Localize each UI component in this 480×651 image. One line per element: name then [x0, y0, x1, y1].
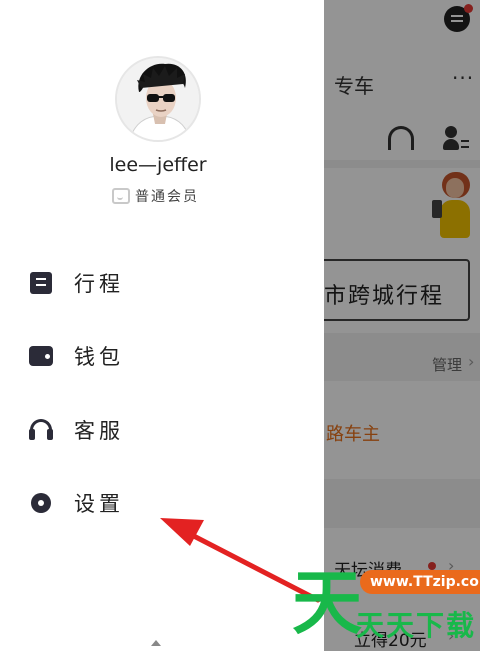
- annotation-arrow: [160, 518, 321, 603]
- watermark-url: www.TTzip.com: [360, 570, 480, 594]
- watermark-logo-char: 天: [292, 562, 362, 644]
- site-watermark: 天 www.TTzip.com 天天下载: [290, 562, 480, 648]
- watermark-site-name: 天天下载: [356, 609, 477, 642]
